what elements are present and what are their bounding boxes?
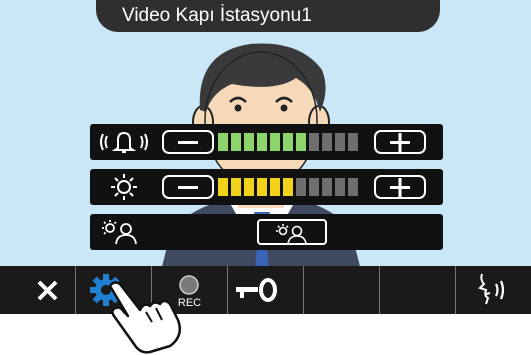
brightness-meter-segment <box>257 178 267 196</box>
brightness-meter-segment <box>309 178 319 196</box>
backlight-compensation-icon <box>276 224 307 245</box>
brightness-down-button[interactable] <box>162 175 214 199</box>
volume-meter-segment <box>231 133 241 151</box>
brightness-icon <box>111 174 137 200</box>
volume-meter-segment <box>296 133 306 151</box>
brightness-meter-segment <box>296 178 306 196</box>
station-title: Video Kapı İstasyonu1 <box>96 0 440 32</box>
backlight-compensation-button[interactable] <box>257 219 327 245</box>
talk-icon <box>478 273 505 305</box>
key-icon <box>236 278 277 302</box>
volume-meter-segment <box>244 133 254 151</box>
volume-up-button[interactable] <box>374 130 426 154</box>
blank-toolbar-button-2[interactable] <box>380 266 456 314</box>
brightness-level-meter <box>218 178 358 196</box>
volume-meter-segment <box>218 133 228 151</box>
minus-icon <box>178 186 198 189</box>
pointing-hand-icon <box>108 281 181 354</box>
talk-button[interactable] <box>456 266 531 314</box>
brightness-meter-segment <box>283 178 293 196</box>
brightness-meter-segment <box>218 178 228 196</box>
brightness-row <box>90 169 443 205</box>
minus-icon <box>178 141 198 144</box>
plus-icon <box>390 133 410 152</box>
close-icon <box>37 280 58 301</box>
plus-icon <box>390 178 410 197</box>
brightness-up-button[interactable] <box>374 175 426 199</box>
backlight-person-icon <box>102 220 137 245</box>
blank-toolbar-button-1[interactable] <box>304 266 380 314</box>
volume-down-button[interactable] <box>162 130 214 154</box>
brightness-meter-segment <box>231 178 241 196</box>
volume-meter-segment <box>257 133 267 151</box>
volume-meter-segment <box>283 133 293 151</box>
video-frame: Video Kapı İstasyonu1 REC <box>0 0 531 314</box>
brightness-meter-segment <box>270 178 280 196</box>
volume-meter-segment <box>270 133 280 151</box>
volume-meter-segment <box>335 133 345 151</box>
volume-level-meter <box>218 133 358 151</box>
volume-meter-segment <box>348 133 358 151</box>
volume-meter-segment <box>309 133 319 151</box>
backlight-row <box>90 214 443 250</box>
bell-volume-icon <box>100 131 148 153</box>
brightness-meter-segment <box>322 178 332 196</box>
volume-row <box>90 124 443 160</box>
brightness-meter-segment <box>335 178 345 196</box>
brightness-meter-segment <box>244 178 254 196</box>
door-unlock-button[interactable] <box>228 266 304 314</box>
bottom-toolbar: REC <box>0 266 531 314</box>
close-button[interactable] <box>0 266 76 314</box>
volume-meter-segment <box>322 133 332 151</box>
brightness-meter-segment <box>348 178 358 196</box>
